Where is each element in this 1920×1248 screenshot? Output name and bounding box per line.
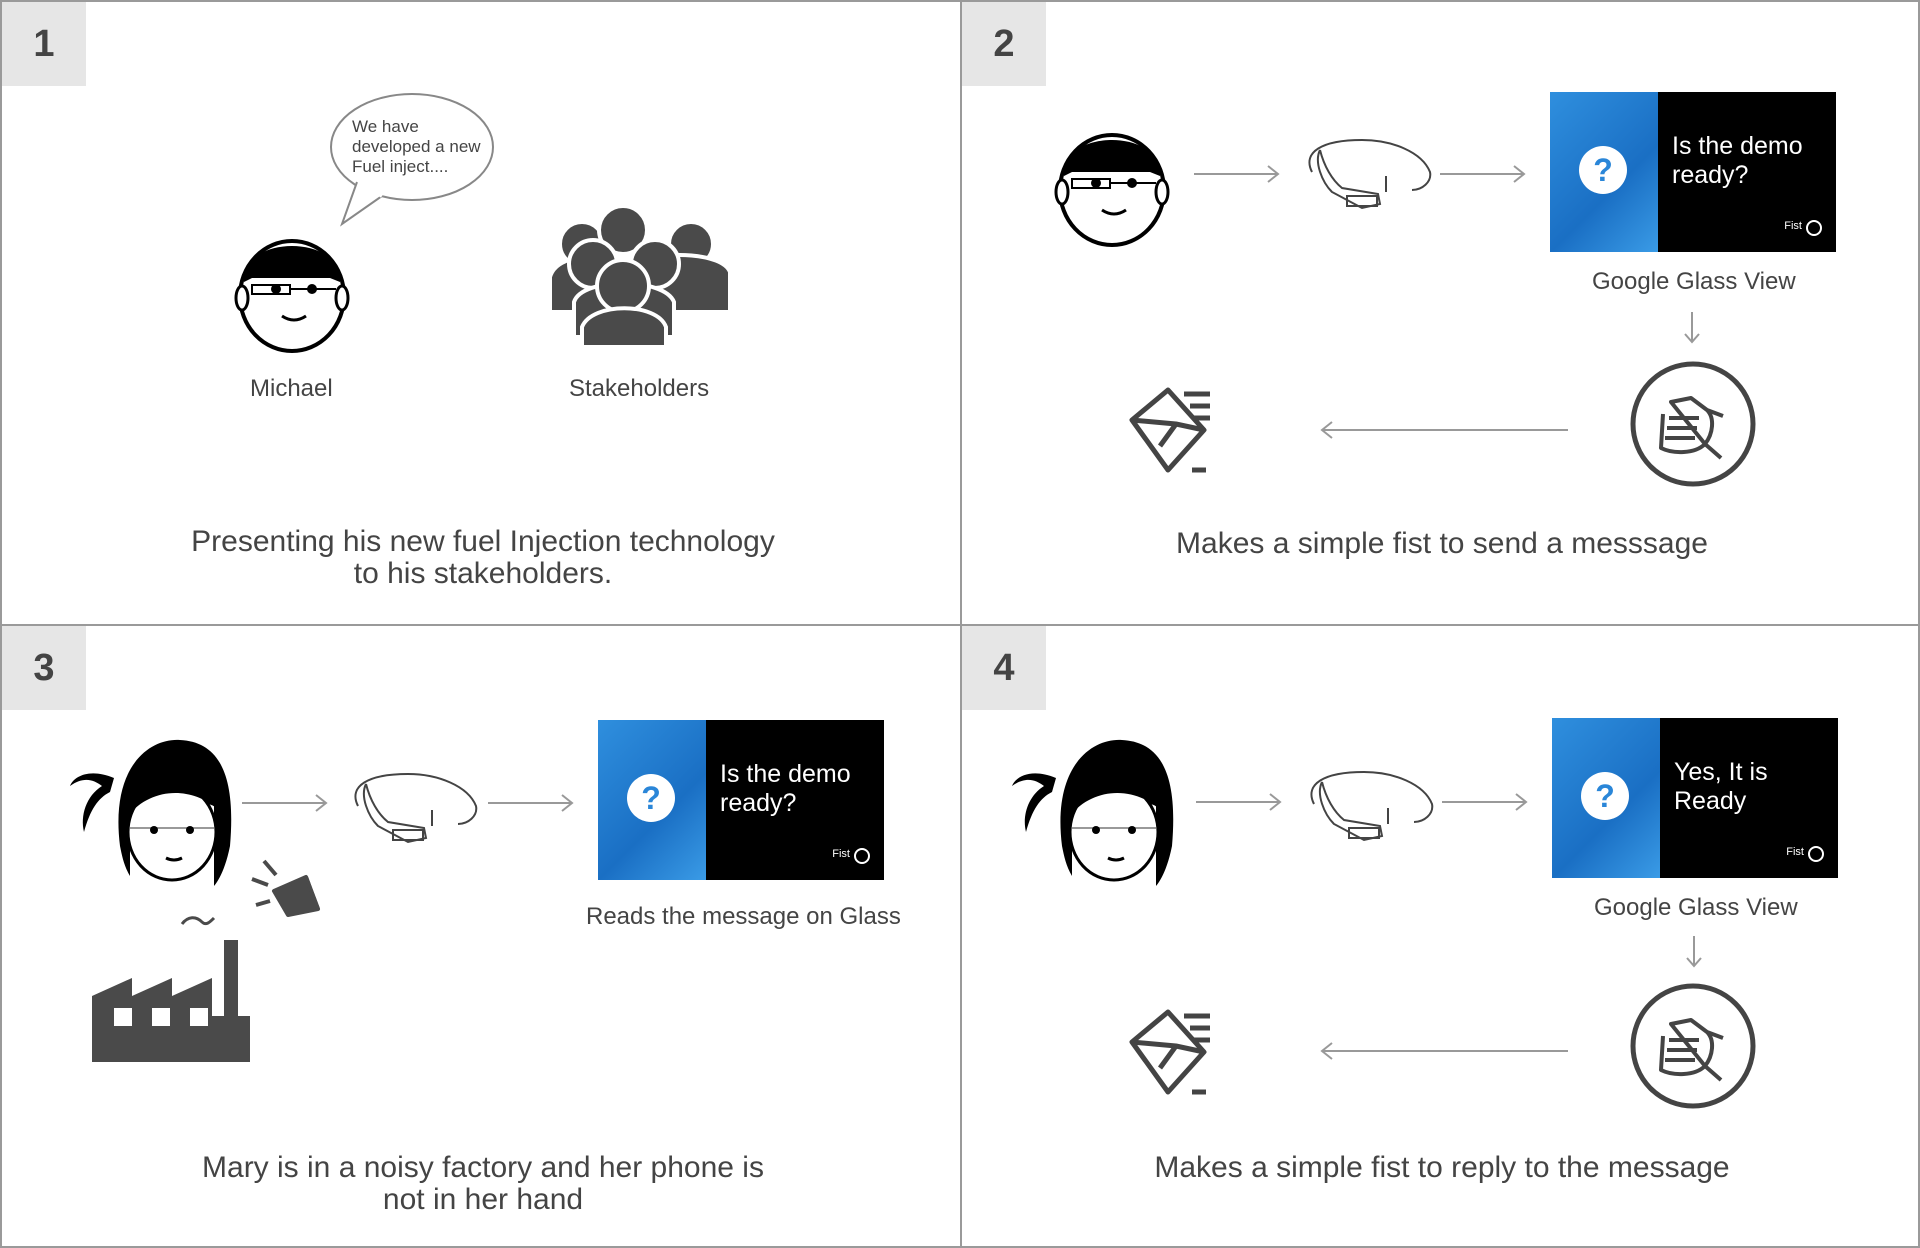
- glass-message: Yes, It is Ready: [1674, 758, 1768, 816]
- panel-3: 3 ? Is the demo ready? Fist Reads the me…: [0, 624, 962, 1248]
- glass-footer-icon: [1808, 846, 1824, 862]
- glass-card-black: Is the demo ready? Fist: [1658, 92, 1836, 252]
- panel-caption: Presenting his new fuel Injection techno…: [2, 525, 960, 590]
- arrow-right-icon: [1194, 165, 1280, 183]
- arrow-down-icon: [1684, 312, 1700, 344]
- fist-icon: [1630, 361, 1756, 487]
- glass-footer: Fist: [832, 848, 850, 860]
- glass-view-card: ? Yes, It is Ready Fist: [1552, 718, 1838, 878]
- glass-line: Yes, It is: [1674, 758, 1768, 786]
- glass-line: ready?: [1672, 161, 1749, 189]
- glass-footer: Fist: [1784, 220, 1802, 232]
- girl-with-glass-icon: [70, 739, 232, 886]
- glass-card-black: Is the demo ready? Fist: [706, 720, 884, 880]
- glass-footer: Fist: [1786, 846, 1804, 858]
- glass-message: Is the demo ready?: [720, 760, 851, 818]
- girl-with-glass-icon: [1012, 739, 1174, 886]
- arrow-right-icon: [1196, 793, 1282, 811]
- question-icon: ?: [1579, 146, 1627, 194]
- arrow-down-icon: [1686, 936, 1702, 968]
- factory-icon: [92, 916, 250, 1062]
- panel-2: 2 ? Is the demo ready? Fist Google Glass…: [960, 0, 1920, 626]
- glass-line: ready?: [720, 789, 797, 817]
- caption-line: not in her hand: [382, 1183, 584, 1216]
- panel-caption: Mary is in a noisy factory and her phone…: [2, 1151, 960, 1216]
- caption-line: to his stakeholders.: [353, 557, 613, 590]
- caption-line: Makes a simple fist to send a messsage: [1176, 527, 1708, 560]
- person-label: Michael: [250, 375, 333, 402]
- glass-footer-icon: [854, 848, 870, 864]
- caption-line: Makes a simple fist to reply to the mess…: [1154, 1151, 1730, 1184]
- glass-line: Is the demo: [720, 760, 851, 788]
- glass-card-blue: ?: [598, 720, 706, 880]
- stakeholders-group-icon: [548, 203, 732, 349]
- boy-with-glass-icon: [234, 239, 350, 353]
- panel-4: 4 ? Yes, It is Ready Fist Google Glass V…: [960, 624, 1920, 1248]
- glass-line: Ready: [1674, 787, 1747, 815]
- arrow-right-icon: [1442, 793, 1528, 811]
- arrow-left-icon: [1320, 1042, 1568, 1060]
- panel-1: 1 We have developed a new Fuel inject...…: [0, 0, 962, 626]
- view-label: Google Glass View: [1594, 894, 1798, 921]
- boy-with-glass-icon: [1054, 133, 1170, 247]
- glass-footer-icon: [1806, 220, 1822, 236]
- glass-card-blue: ?: [1550, 92, 1658, 252]
- arrow-right-icon: [488, 794, 574, 812]
- arrow-right-icon: [242, 794, 328, 812]
- glass-view-card: ? Is the demo ready? Fist: [598, 720, 884, 880]
- question-icon: ?: [627, 774, 675, 822]
- glass-line: Is the demo: [1672, 132, 1803, 160]
- mail-send-icon: [1129, 387, 1210, 473]
- google-glass-icon: [1310, 770, 1434, 842]
- caption-line: Presenting his new fuel Injection techno…: [191, 525, 775, 558]
- glass-card-blue: ?: [1552, 718, 1660, 878]
- google-glass-icon: [354, 772, 478, 844]
- question-icon: ?: [1581, 772, 1629, 820]
- storyboard: 1 We have developed a new Fuel inject...…: [0, 0, 1920, 1248]
- google-glass-icon: [1308, 138, 1432, 210]
- glass-view-card: ? Is the demo ready? Fist: [1550, 92, 1836, 252]
- glass-card-black: Yes, It is Ready Fist: [1660, 718, 1838, 878]
- group-label: Stakeholders: [569, 375, 710, 402]
- view-label: Reads the message on Glass: [586, 903, 901, 930]
- bubble-line: developed a new: [352, 137, 481, 156]
- view-label: Google Glass View: [1592, 268, 1796, 295]
- fist-icon: [1630, 983, 1756, 1109]
- mail-send-icon: [1129, 1009, 1210, 1095]
- bubble-line: Fuel inject....: [352, 157, 449, 176]
- bubble-line: We have: [352, 117, 419, 136]
- arrow-left-icon: [1320, 421, 1568, 439]
- megaphone-icon: [251, 859, 320, 917]
- caption-line: Mary is in a noisy factory and her phone…: [202, 1151, 764, 1184]
- panel-caption: Makes a simple fist to send a messsage: [962, 527, 1918, 560]
- panel-caption: Makes a simple fist to reply to the mess…: [962, 1151, 1918, 1184]
- glass-message: Is the demo ready?: [1672, 132, 1803, 190]
- speech-bubble-text: We have developed a new Fuel inject....: [352, 117, 481, 177]
- arrow-right-icon: [1440, 165, 1526, 183]
